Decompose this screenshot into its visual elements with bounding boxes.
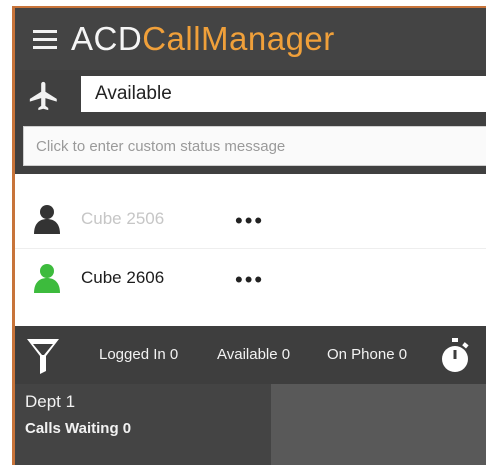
status-row: Available — [15, 70, 486, 122]
more-options-icon[interactable]: ••• — [235, 267, 264, 293]
filter-funnel-icon[interactable] — [25, 337, 61, 375]
airplane-icon — [29, 81, 57, 111]
user-name: Cube 2606 — [81, 268, 165, 287]
calls-waiting: Calls Waiting 0 — [25, 420, 132, 437]
department-area: Dept 1 Calls Waiting 0 — [15, 384, 486, 465]
app-header: ACDCallManager — [15, 8, 486, 70]
custom-status-input[interactable] — [23, 126, 486, 166]
more-options-icon[interactable]: ••• — [235, 208, 264, 234]
department-name: Dept 1 — [25, 392, 76, 411]
user-row-cube-2606[interactable]: Cube 2606 ••• — [15, 248, 486, 307]
status-dropdown[interactable]: Available — [81, 76, 486, 112]
user-name: Cube 2506 — [81, 209, 165, 228]
available-count: Available 0 — [217, 346, 291, 363]
department-card[interactable]: Dept 1 Calls Waiting 0 — [15, 384, 271, 465]
hamburger-menu-icon[interactable] — [33, 30, 57, 49]
user-row-cube-2506[interactable]: Cube 2506 ••• — [15, 190, 486, 248]
stopwatch-icon[interactable] — [439, 338, 471, 374]
logged-in-count: Logged In 0 — [99, 346, 179, 363]
custom-status-row — [15, 122, 486, 174]
app-title-acd: ACD — [71, 20, 143, 57]
stats-bar: Logged In 0 Available 0 On Phone 0 — [15, 326, 486, 384]
on-phone-count: On Phone 0 — [327, 346, 408, 363]
app-title-callmanager: CallManager — [142, 20, 335, 57]
user-online-icon — [34, 264, 60, 293]
user-offline-icon — [34, 205, 60, 234]
user-list: Cube 2506 ••• Cube 2606 ••• — [15, 174, 486, 326]
acd-call-manager-window: ACDCallManager Available Cube 2506 ••• C… — [12, 6, 486, 465]
app-title: ACDCallManager — [71, 20, 335, 58]
